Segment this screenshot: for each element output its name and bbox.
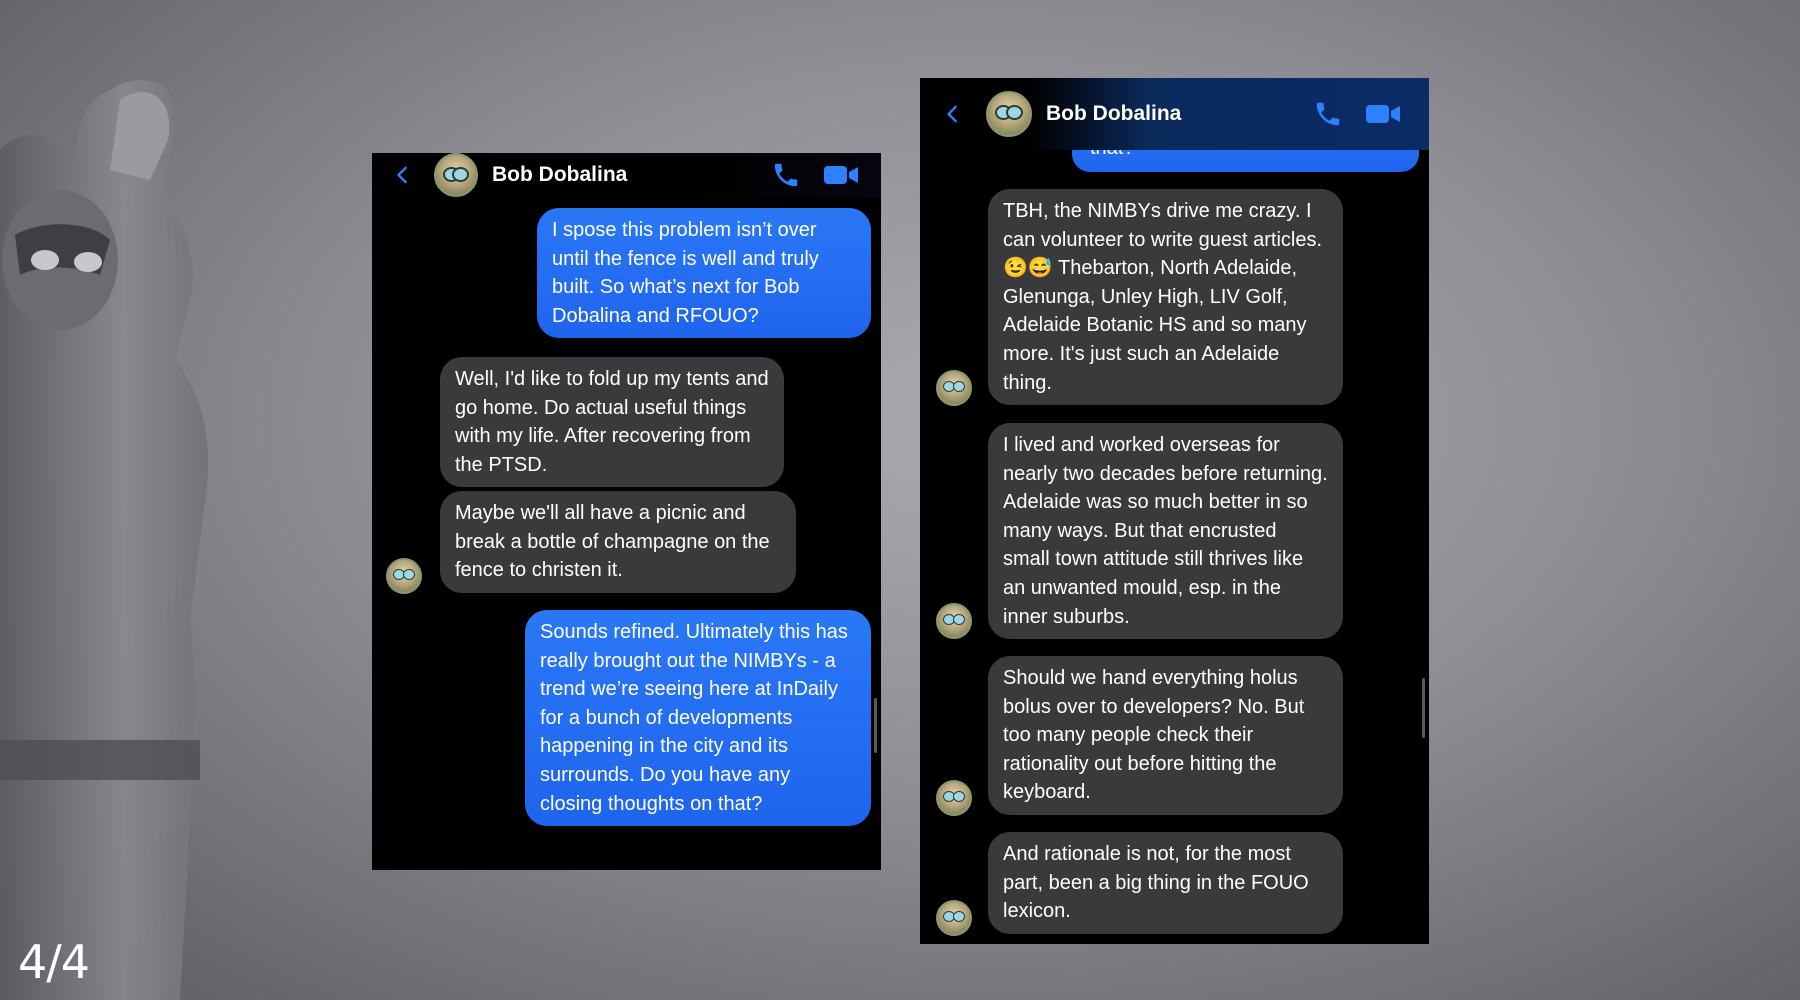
chat-header: Bob Dobalina <box>372 153 881 197</box>
message-bubble-incoming: TBH, the NIMBYs drive me crazy. I can vo… <box>988 189 1343 406</box>
avatar[interactable] <box>986 91 1032 137</box>
sender-avatar <box>936 900 972 936</box>
message-bubble-incoming: Should we hand everything holus bolus ov… <box>988 656 1343 815</box>
chevron-left-icon[interactable] <box>394 164 412 186</box>
chat-screenshot-left: Bob Dobalina I spose this problem isn’t … <box>372 153 881 870</box>
contact-name[interactable]: Bob Dobalina <box>1046 102 1313 126</box>
phone-icon[interactable] <box>1313 99 1343 129</box>
phone-icon[interactable] <box>771 160 801 190</box>
avatar[interactable] <box>434 153 478 197</box>
video-camera-icon[interactable] <box>823 163 859 187</box>
message-bubble-incoming: Well, I'd like to fold up my tents and g… <box>440 357 784 488</box>
chat-screenshot-right: that? Bob Dobalina TBH, the NIMBYs drive… <box>920 78 1429 944</box>
message-bubble-incoming: I lived and worked overseas for nearly t… <box>988 423 1343 640</box>
message-bubble-incoming: And rationale is not, for the most part,… <box>988 832 1343 934</box>
sender-avatar <box>936 370 972 406</box>
sender-avatar <box>936 603 972 639</box>
chat-header: Bob Dobalina <box>920 78 1429 150</box>
message-bubble-outgoing: Sounds refined. Ultimately this has real… <box>525 610 871 827</box>
sender-avatar <box>386 558 422 594</box>
superhero-illustration <box>0 80 209 1000</box>
sender-avatar <box>936 780 972 816</box>
message-bubble-incoming: Maybe we'll all have a picnic and break … <box>440 491 796 593</box>
scrollbar[interactable] <box>1422 678 1425 738</box>
scrollbar[interactable] <box>874 698 877 753</box>
page-counter: 4/4 <box>18 935 90 989</box>
contact-name[interactable]: Bob Dobalina <box>492 163 771 187</box>
video-camera-icon[interactable] <box>1365 102 1401 126</box>
message-bubble-outgoing: I spose this problem isn’t over until th… <box>537 208 871 339</box>
chevron-left-icon[interactable] <box>944 103 962 125</box>
